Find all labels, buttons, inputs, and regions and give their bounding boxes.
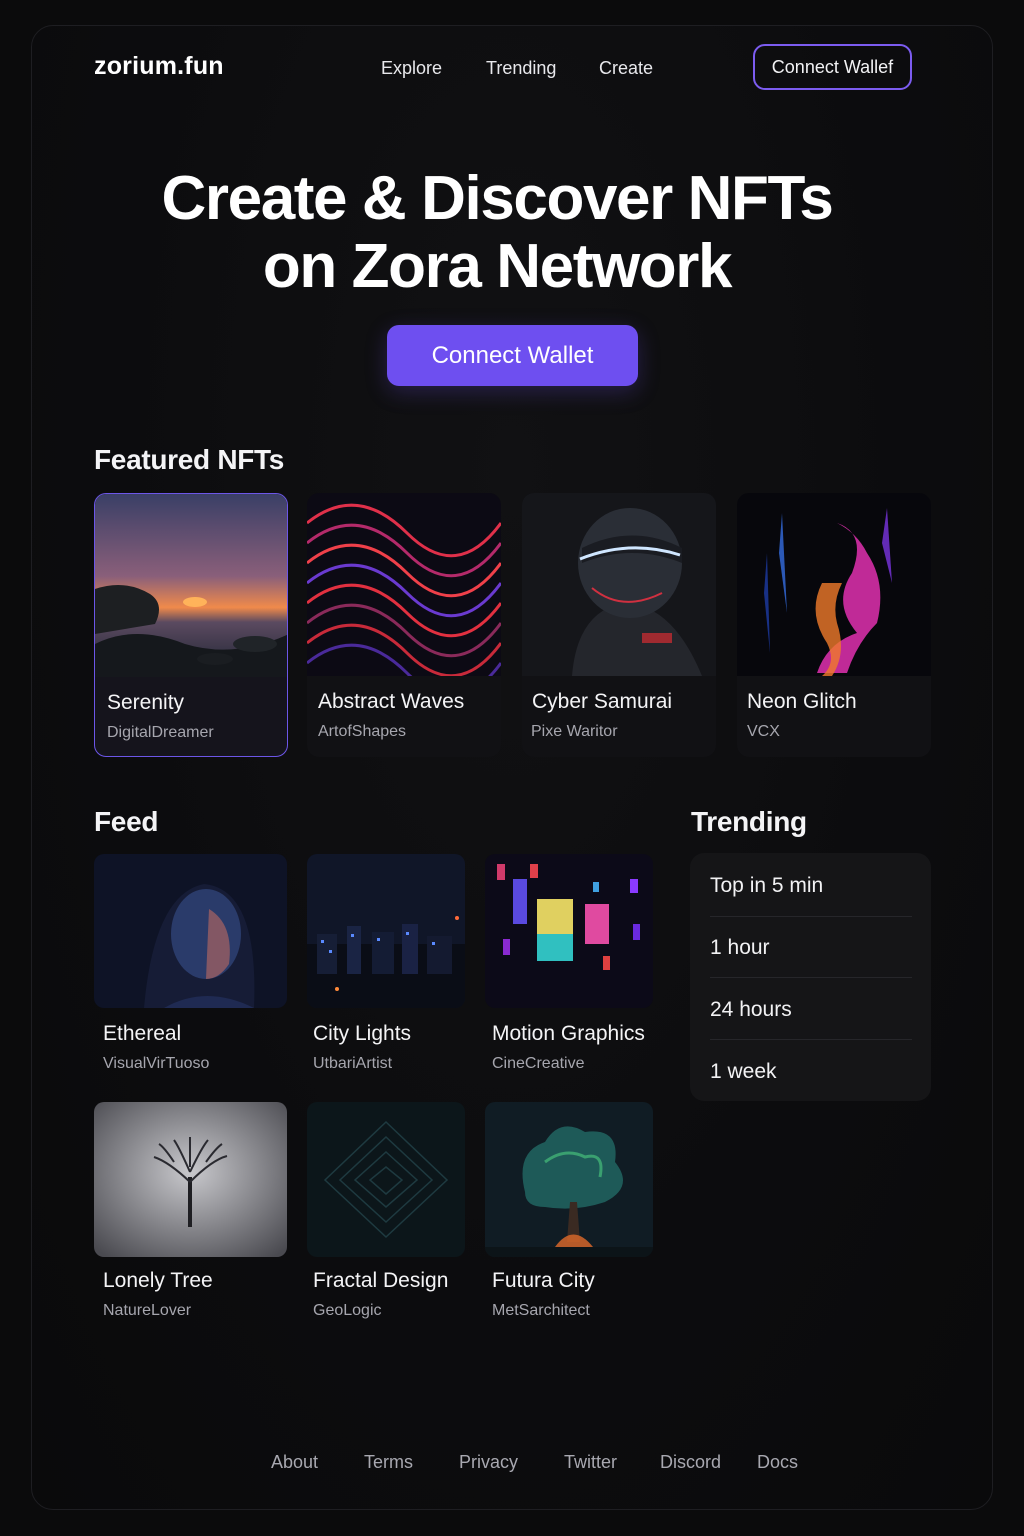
card-creator[interactable]: VisualVirTuoso: [103, 1055, 209, 1073]
footer-link-discord[interactable]: Discord: [660, 1452, 721, 1473]
card-title: Serenity: [107, 691, 185, 714]
card-title: Abstract Waves: [318, 690, 465, 713]
card-title: Lonely Tree: [103, 1269, 213, 1292]
trending-option-24hours[interactable]: 24 hours: [710, 979, 912, 1041]
card-title: Motion Graphics: [492, 1022, 645, 1045]
footer-link-terms[interactable]: Terms: [364, 1452, 413, 1473]
card-creator[interactable]: NatureLover: [103, 1302, 191, 1320]
site-logo[interactable]: zorium.fun: [94, 52, 224, 81]
footer-link-docs[interactable]: Docs: [757, 1452, 798, 1473]
footer-link-privacy[interactable]: Privacy: [459, 1452, 518, 1473]
divider: [710, 1039, 912, 1040]
feed-section-title: Feed: [94, 806, 159, 837]
neon-blocks-image: [485, 854, 653, 1008]
hero-title: Create & Discover NFTs on Zora Network: [100, 165, 894, 301]
card-creator[interactable]: VCX: [747, 723, 780, 741]
footer-link-about[interactable]: About: [271, 1452, 318, 1473]
card-creator[interactable]: CineCreative: [492, 1055, 584, 1073]
header-connect-wallet-button[interactable]: Connect Wallef: [753, 44, 912, 90]
night-city-image: [307, 854, 465, 1008]
card-creator[interactable]: UtbariArtist: [313, 1055, 392, 1073]
red-waves-image: [307, 493, 501, 676]
trending-option-5min[interactable]: Top in 5 min: [710, 855, 912, 917]
featured-section-title: Featured NFTs: [94, 444, 285, 475]
glow-tree-image: [485, 1102, 653, 1257]
nav-create[interactable]: Create: [599, 58, 653, 79]
card-creator[interactable]: GeoLogic: [313, 1302, 382, 1320]
trending-section-title: Trending: [691, 806, 807, 837]
hero-connect-wallet-button[interactable]: Connect Wallet: [387, 325, 638, 386]
card-title: Cyber Samurai: [532, 690, 673, 713]
hero-title-line-2: on Zora Network: [262, 232, 733, 301]
foggy-tree-image: [94, 1102, 287, 1257]
card-creator[interactable]: ArtofShapes: [318, 723, 406, 741]
cyber-helmet-image: [522, 493, 716, 676]
nav-trending[interactable]: Trending: [486, 58, 556, 79]
trending-panel: Top in 5 min 1 hour 24 hours 1 week: [690, 853, 931, 1101]
featured-card-cyber-samurai[interactable]: Cyber Samurai Pixe Waritor: [522, 493, 716, 757]
card-creator[interactable]: DigitalDreamer: [107, 724, 214, 742]
card-title: Futura City: [492, 1269, 595, 1292]
divider: [710, 977, 912, 978]
featured-card-neon-glitch[interactable]: Neon Glitch VCX: [737, 493, 931, 757]
card-title: City Lights: [313, 1022, 412, 1045]
card-creator[interactable]: MetSarchitect: [492, 1302, 590, 1320]
sunset-sea-image: [95, 494, 287, 677]
card-title: Neon Glitch: [747, 690, 857, 713]
card-title: Ethereal: [103, 1022, 182, 1045]
featured-card-serenity[interactable]: Serenity DigitalDreamer: [94, 493, 288, 757]
neon-smoke-image: [737, 493, 931, 676]
fractal-image: [307, 1102, 465, 1257]
footer-link-twitter[interactable]: Twitter: [564, 1452, 617, 1473]
trending-option-1week[interactable]: 1 week: [710, 1041, 912, 1103]
card-creator[interactable]: Pixe Waritor: [531, 723, 618, 741]
trending-option-1hour[interactable]: 1 hour: [710, 917, 912, 979]
nav-explore[interactable]: Explore: [381, 58, 442, 79]
card-title: Fractal Design: [313, 1269, 449, 1292]
hero-title-line-1: Create & Discover NFTs: [161, 164, 834, 233]
portrait-image: [94, 854, 287, 1008]
featured-card-abstract-waves[interactable]: Abstract Waves ArtofShapes: [307, 493, 501, 757]
